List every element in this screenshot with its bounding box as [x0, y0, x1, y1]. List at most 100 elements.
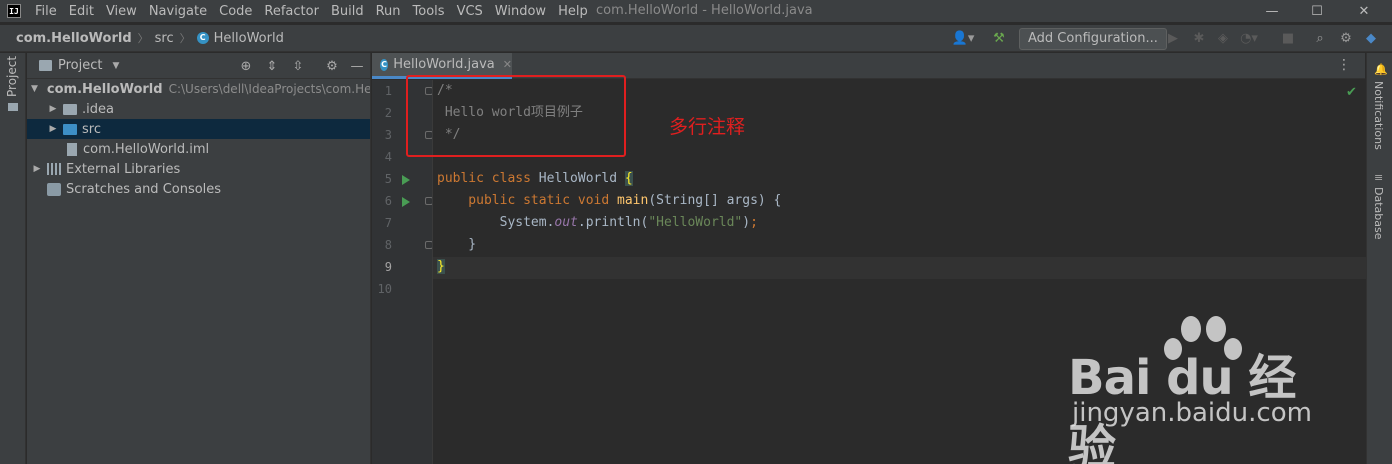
menu-build[interactable]: Build: [331, 4, 364, 19]
code-token: public class: [437, 171, 539, 186]
menu-window[interactable]: Window: [495, 4, 546, 19]
project-tool-window-tab[interactable]: Project: [5, 56, 19, 97]
chevron-down-icon[interactable]: ▼: [112, 61, 119, 71]
tree-item-label: Scratches and Consoles: [66, 181, 222, 197]
window-title: com.HelloWorld - HelloWorld.java: [596, 3, 813, 18]
menu-navigate[interactable]: Navigate: [149, 4, 207, 19]
annotation-highlight-box: [406, 75, 626, 157]
menu-view[interactable]: View: [106, 4, 137, 19]
add-configuration-button[interactable]: Add Configuration...: [1019, 28, 1167, 50]
code-line-8: }: [437, 237, 477, 252]
chevron-down-icon[interactable]: ▼: [31, 84, 38, 94]
source-folder-icon: [63, 123, 77, 135]
menu-vcs[interactable]: VCS: [457, 4, 483, 19]
coverage-icon[interactable]: ◈: [1214, 29, 1232, 47]
code-line-7: System.out.println("HelloWorld");: [437, 212, 758, 234]
current-line-highlight: [433, 257, 1366, 279]
line-number: 8: [384, 238, 392, 252]
run-class-gutter-icon[interactable]: [402, 175, 410, 185]
breadcrumb-file[interactable]: HelloWorld: [214, 31, 284, 46]
line-number: 5: [384, 172, 392, 186]
scratches-icon: [47, 182, 61, 196]
line-number: 1: [384, 84, 392, 98]
code-token: ): [742, 215, 751, 230]
maximize-button[interactable]: ☐: [1297, 0, 1337, 22]
stop-icon[interactable]: ■: [1279, 29, 1297, 47]
tree-item-project-root[interactable]: ▼ com.HelloWorld C:\Users\dell\IdeaProje…: [27, 79, 370, 99]
module-file-icon: [67, 142, 77, 156]
menu-tools[interactable]: Tools: [413, 4, 445, 19]
menu-code[interactable]: Code: [219, 4, 252, 19]
breadcrumb-project[interactable]: com.HelloWorld: [16, 31, 132, 46]
tree-item-label: External Libraries: [66, 161, 181, 177]
chevron-right-icon[interactable]: ▶: [47, 124, 59, 134]
database-icon: ≡: [1374, 171, 1384, 184]
close-icon[interactable]: ✕: [503, 58, 512, 71]
java-class-icon: C: [380, 58, 389, 71]
menu-edit[interactable]: Edit: [69, 4, 94, 19]
toolbox-icon[interactable]: ◆: [1362, 29, 1380, 47]
expand-all-icon[interactable]: ⇕: [263, 57, 281, 75]
user-account-icon[interactable]: 👤▾: [950, 29, 976, 47]
code-token: out: [554, 215, 578, 230]
notifications-tool-window-tab[interactable]: Notifications: [1372, 81, 1385, 150]
menu-file[interactable]: File: [35, 4, 57, 19]
tree-item-iml[interactable]: com.HelloWorld.iml: [27, 139, 370, 159]
right-tool-stripe: 🔔 Notifications ≡ Database: [1366, 53, 1392, 464]
annotation-label: 多行注释: [669, 116, 746, 138]
database-tool-window-tab[interactable]: Database: [1372, 187, 1385, 240]
chevron-right-icon[interactable]: ▶: [31, 164, 43, 174]
code-token: System.: [437, 215, 555, 230]
menu-run[interactable]: Run: [376, 4, 401, 19]
code-token: ;: [750, 215, 758, 230]
java-class-icon: C: [196, 32, 209, 44]
breadcrumb-separator-icon: 〉: [137, 32, 149, 45]
navigation-bar: com.HelloWorld 〉 src 〉 C HelloWorld 👤▾ ⚒…: [0, 24, 1392, 52]
menu-bar: IJ File Edit View Navigate Code Refactor…: [0, 0, 1392, 22]
search-icon[interactable]: ⌕: [1311, 29, 1329, 47]
run-icon[interactable]: ▶: [1164, 29, 1182, 47]
hide-panel-icon[interactable]: —: [348, 57, 366, 75]
tree-item-label: com.HelloWorld.iml: [83, 141, 210, 157]
more-options-icon[interactable]: ⋮: [1337, 57, 1351, 73]
settings-gear-icon[interactable]: ⚙: [1337, 29, 1355, 47]
line-number: 7: [384, 216, 392, 230]
intellij-logo-icon[interactable]: IJ: [7, 4, 21, 18]
menu-help[interactable]: Help: [558, 4, 588, 19]
line-number: 9: [384, 260, 392, 274]
menu-refactor[interactable]: Refactor: [264, 4, 319, 19]
profile-icon[interactable]: ◔▾: [1240, 29, 1258, 47]
collapse-all-icon[interactable]: ⇳: [289, 57, 307, 75]
line-number: 2: [384, 106, 392, 120]
code-token: }: [437, 259, 445, 274]
gear-icon[interactable]: ⚙: [323, 57, 341, 75]
tree-item-src[interactable]: ▶ src: [27, 119, 370, 139]
debug-icon[interactable]: ✱: [1190, 29, 1208, 47]
tree-item-external-libraries[interactable]: ▶ External Libraries: [27, 159, 370, 179]
close-window-button[interactable]: ✕: [1344, 0, 1384, 22]
tree-item-idea[interactable]: ▶ .idea: [27, 99, 370, 119]
folder-icon: [63, 103, 77, 115]
no-problems-check-icon[interactable]: ✔: [1346, 85, 1357, 100]
tree-item-scratches[interactable]: Scratches and Consoles: [27, 179, 370, 199]
code-token: .println(: [577, 215, 649, 230]
library-icon: [47, 163, 61, 175]
locate-file-icon[interactable]: ⊕: [237, 57, 255, 75]
minimize-button[interactable]: —: [1252, 0, 1292, 22]
tree-item-label: .idea: [82, 101, 114, 117]
breadcrumb-folder[interactable]: src: [155, 31, 174, 46]
project-panel-header: Project ▼ ⊕ ⇕ ⇳ ⚙ —: [27, 53, 370, 79]
project-view-selector[interactable]: Project: [58, 58, 102, 73]
line-number: 6: [384, 194, 392, 208]
chevron-right-icon[interactable]: ▶: [47, 104, 59, 114]
left-tool-stripe: Project: [0, 53, 26, 464]
project-folder-icon: [39, 60, 52, 71]
project-panel: Project ▼ ⊕ ⇕ ⇳ ⚙ — ▼ com.HelloWorld C:\…: [27, 53, 371, 464]
baidu-jingyan-watermark: Bai du 经验 jingyan.baidu.com: [1068, 316, 1328, 464]
run-main-gutter-icon[interactable]: [402, 197, 410, 207]
code-token: public static void: [437, 193, 618, 208]
code-line-5: public class HelloWorld {: [437, 168, 633, 190]
build-hammer-icon[interactable]: ⚒: [990, 29, 1008, 47]
project-folder-icon: [8, 103, 18, 111]
project-root-label: com.HelloWorld: [46, 81, 163, 97]
